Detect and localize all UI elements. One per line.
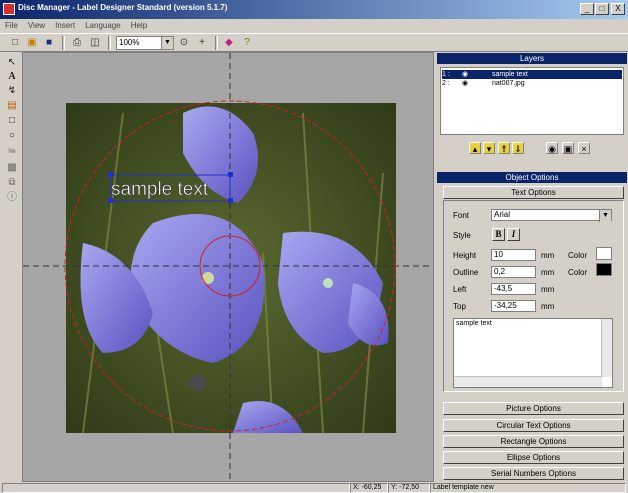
circular-text-icon[interactable]: ↯ xyxy=(5,84,19,97)
layer-item[interactable]: 1 : ◉ sample text xyxy=(442,70,622,79)
picture-tool-icon[interactable]: ▤ xyxy=(5,99,19,112)
menu-language[interactable]: Language xyxy=(80,19,126,32)
window-title: Disc Manager - Label Designer Standard (… xyxy=(18,3,228,12)
close-button[interactable]: X xyxy=(611,3,625,15)
toolbar-separator xyxy=(108,36,111,50)
height-input[interactable]: 10 xyxy=(491,249,536,261)
text-color-swatch[interactable] xyxy=(596,247,612,260)
minimize-button[interactable]: _ xyxy=(580,3,594,15)
layer-bottom-icon[interactable]: ⇓ xyxy=(512,142,524,154)
text-content-value: sample text xyxy=(456,320,492,327)
delete-layer-icon[interactable]: × xyxy=(578,142,590,154)
font-select[interactable]: Arial ▼ xyxy=(491,209,612,222)
outline-color-swatch[interactable] xyxy=(596,263,612,276)
toolbar: □ ▣ ■ ⎙ ◫ 100% ▼ ⊙ + ◆ ? xyxy=(0,33,628,52)
italic-button[interactable]: I xyxy=(507,228,520,241)
save-icon[interactable]: ■ xyxy=(42,36,56,50)
print-preview-icon[interactable]: ◫ xyxy=(88,36,102,50)
outline-unit: mm xyxy=(541,268,555,277)
sample-text-object[interactable]: sample text xyxy=(111,179,209,201)
height-unit: mm xyxy=(541,251,555,260)
copy-icon[interactable]: ⧉ xyxy=(5,176,19,189)
layer-name: sample text xyxy=(492,71,528,78)
bold-button[interactable]: B xyxy=(492,228,505,241)
layer-list[interactable]: 1 : ◉ sample text 2 : ◉ nat007.jpg xyxy=(440,67,624,135)
color-label: Color xyxy=(568,251,588,260)
help-icon[interactable]: ? xyxy=(240,36,254,50)
app-icon xyxy=(3,3,15,15)
open-icon[interactable]: ▣ xyxy=(25,36,39,50)
eye-icon[interactable]: ◉ xyxy=(462,70,468,79)
left-unit: mm xyxy=(541,285,555,294)
canvas-svg: sample text xyxy=(23,53,433,481)
crosshair-icon[interactable]: + xyxy=(195,36,209,50)
maximize-button[interactable]: □ xyxy=(595,3,609,15)
serial-numbers-options-button[interactable]: Serial Numbers Options xyxy=(443,467,624,480)
layer-up-icon[interactable]: ▴ xyxy=(469,142,481,154)
status-bar: X: -60,25 Y: -72,50 Label template new xyxy=(0,482,628,493)
zoom-select[interactable]: 100% ▼ xyxy=(116,36,174,50)
text-content-input[interactable]: sample text xyxy=(453,318,613,388)
status-template: Label template new xyxy=(430,483,626,493)
visibility-icon[interactable]: ◉ xyxy=(546,142,558,154)
serial-number-icon[interactable]: № xyxy=(5,145,19,158)
menu-bar: File View Insert Language Help xyxy=(0,19,628,33)
info-icon[interactable]: ⓘ xyxy=(5,191,19,204)
rectangle-tool-icon[interactable]: □ xyxy=(5,114,19,127)
layer-index: 2 : xyxy=(442,80,450,87)
text-options-button[interactable]: Text Options xyxy=(443,186,624,199)
layer-top-icon[interactable]: ⇑ xyxy=(498,142,510,154)
select-arrow-icon[interactable]: ↖ xyxy=(5,56,19,69)
ellipse-options-button[interactable]: Ellipse Options xyxy=(443,451,624,464)
font-label: Font xyxy=(453,211,470,220)
text-tool-icon[interactable]: A xyxy=(5,70,19,83)
outline-color-label: Color xyxy=(568,268,588,277)
menu-file[interactable]: File xyxy=(0,19,23,32)
title-bar: Disc Manager - Label Designer Standard (… xyxy=(0,0,628,19)
object-options-header: Object Options xyxy=(437,172,627,183)
menu-view[interactable]: View xyxy=(23,19,50,32)
layers-tool-icon[interactable]: ◆ xyxy=(222,36,236,50)
menu-insert[interactable]: Insert xyxy=(50,19,80,32)
status-x: X: -60,25 xyxy=(350,483,388,493)
toolbar-separator xyxy=(62,36,65,50)
status-main xyxy=(2,483,350,493)
circular-text-options-button[interactable]: Circular Text Options xyxy=(443,419,624,432)
fill-icon[interactable]: ▩ xyxy=(5,161,19,174)
print-icon[interactable]: ⎙ xyxy=(70,36,84,50)
chevron-down-icon[interactable]: ▼ xyxy=(161,37,173,49)
outline-input[interactable]: 0,2 xyxy=(491,266,536,278)
left-label: Left xyxy=(453,285,467,294)
outline-label: Outline xyxy=(453,268,479,277)
left-input[interactable]: -43,5 xyxy=(491,283,536,295)
layer-down-icon[interactable]: ▾ xyxy=(483,142,495,154)
horizontal-scrollbar[interactable] xyxy=(454,376,602,387)
style-label: Style xyxy=(453,231,471,240)
lock-icon[interactable]: ▣ xyxy=(562,142,574,154)
font-value: Arial xyxy=(494,210,511,219)
new-icon[interactable]: □ xyxy=(8,36,22,50)
toolbar-separator xyxy=(215,36,218,50)
tool-palette: ↖ A ↯ ▤ □ ○ № ▩ ⧉ ⓘ xyxy=(0,52,22,482)
height-label: Height xyxy=(453,251,477,260)
chevron-down-icon[interactable]: ▼ xyxy=(599,210,611,222)
top-input[interactable]: -34,25 xyxy=(491,300,536,312)
top-label: Top xyxy=(453,302,466,311)
ellipse-tool-icon[interactable]: ○ xyxy=(5,129,19,142)
layers-header: Layers xyxy=(437,53,627,64)
vertical-scrollbar[interactable] xyxy=(601,319,612,377)
picture-options-button[interactable]: Picture Options xyxy=(443,402,624,415)
eye-icon[interactable]: ◉ xyxy=(462,79,468,88)
zoom-fit-icon[interactable]: ⊙ xyxy=(177,36,191,50)
rectangle-options-button[interactable]: Rectangle Options xyxy=(443,435,624,448)
layer-index: 1 : xyxy=(442,71,450,78)
zoom-value: 100% xyxy=(119,38,140,47)
design-canvas[interactable]: sample text xyxy=(22,52,434,482)
layer-item[interactable]: 2 : ◉ nat007.jpg xyxy=(442,79,622,88)
status-y: Y: -72,50 xyxy=(388,483,430,493)
layer-name: nat007.jpg xyxy=(492,80,525,87)
top-unit: mm xyxy=(541,302,555,311)
menu-help[interactable]: Help xyxy=(126,19,152,32)
